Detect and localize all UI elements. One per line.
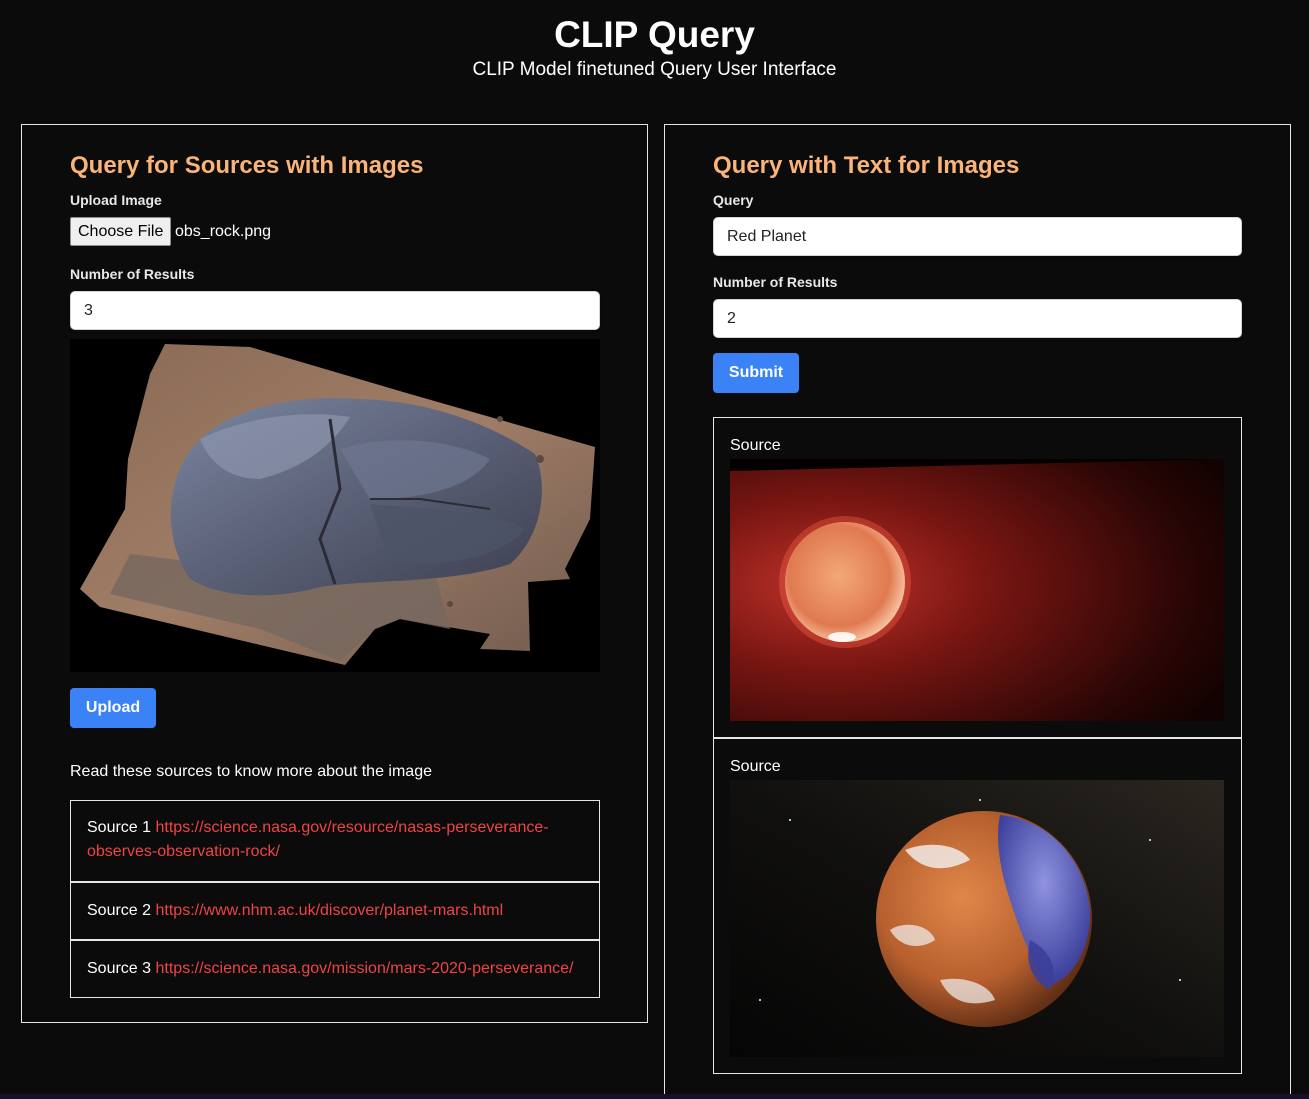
num-results-input[interactable]: 2 [713,299,1242,338]
num-results-label: Number of Results [70,266,195,282]
choose-file-button[interactable]: Choose File [70,217,172,246]
sources-intro-text: Read these sources to know more about th… [70,763,432,780]
upload-image-label: Upload Image [70,192,162,208]
bottom-strip [0,1094,1309,1099]
num-results-input[interactable]: 3 [70,291,600,330]
submit-button[interactable]: Submit [713,353,799,393]
source-item: Source 3 https://science.nasa.gov/missio… [70,940,600,998]
result-image[interactable] [730,459,1224,721]
image-query-title: Query for Sources with Images [70,152,424,179]
mars-planet-image [730,780,1224,1057]
query-input[interactable]: Red Planet [713,217,1242,256]
text-query-panel: Query with Text for Images Query Red Pla… [664,124,1291,1099]
result-source-label: Source [730,758,781,775]
source-link[interactable]: https://www.nhm.ac.uk/discover/planet-ma… [156,902,504,919]
page-subtitle: CLIP Model finetuned Query User Interfac… [472,59,837,80]
rock-image [70,339,600,672]
source-label: Source 3 [87,960,152,977]
source-item: Source 1 https://science.nasa.gov/resour… [70,800,600,882]
uploaded-image-preview [70,339,600,672]
image-query-panel: Query for Sources with Images Upload Ima… [21,124,648,1023]
source-item: Source 2 https://www.nhm.ac.uk/discover/… [70,882,600,940]
result-card: Source [713,417,1242,738]
num-results-label: Number of Results [713,274,838,290]
source-link[interactable]: https://science.nasa.gov/resource/nasas-… [87,819,549,860]
upload-button[interactable]: Upload [70,688,156,728]
source-label: Source 1 [87,819,152,836]
red-planet-image [730,459,1224,721]
result-source-label: Source [730,437,781,454]
page-title: CLIP Query [554,14,755,55]
result-image[interactable] [730,780,1224,1057]
text-query-title: Query with Text for Images [713,152,1020,179]
query-label: Query [713,192,754,208]
result-card: Source [713,738,1242,1074]
selected-file-name: obs_rock.png [175,223,272,240]
source-label: Source 2 [87,902,152,919]
source-link[interactable]: https://science.nasa.gov/mission/mars-20… [156,960,574,977]
